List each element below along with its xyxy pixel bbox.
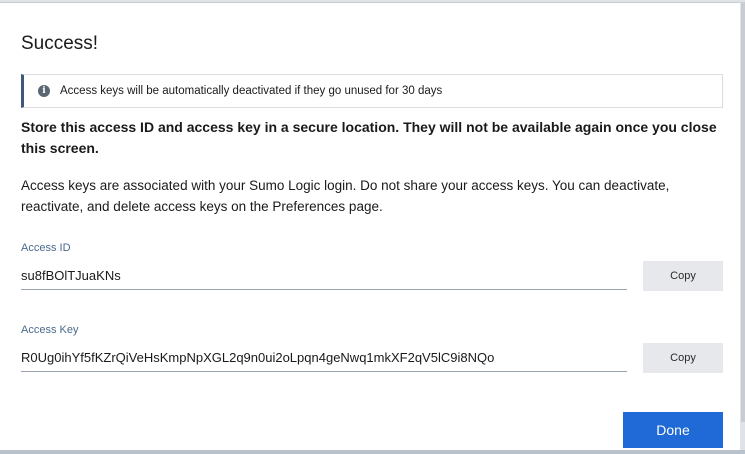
dialog-title: Success! [21, 33, 99, 54]
access-id-field[interactable]: su8fBOlTJuaKNs [21, 264, 627, 290]
access-key-field[interactable]: R0Ug0ihYf5fKZrQiVeHsKmpNpXGL2q9n0ui2oLpq… [21, 346, 627, 372]
access-key-label: Access Key [21, 324, 79, 336]
scrollbar[interactable] [741, 2, 745, 422]
done-button[interactable]: Done [623, 412, 723, 448]
access-id-label: Access ID [21, 242, 71, 254]
success-dialog: Success! i Access keys will be automatic… [0, 2, 740, 450]
copy-access-id-button[interactable]: Copy [643, 261, 723, 291]
copy-access-key-button[interactable]: Copy [643, 343, 723, 373]
secure-storage-warning: Store this access ID and access key in a… [21, 119, 717, 156]
info-banner-text: Access keys will be automatically deacti… [60, 85, 443, 97]
access-keys-description: Access keys are associated with your Sum… [21, 178, 670, 214]
info-banner: i Access keys will be automatically deac… [21, 74, 723, 108]
info-icon: i [38, 85, 50, 97]
background-strip [0, 450, 745, 454]
